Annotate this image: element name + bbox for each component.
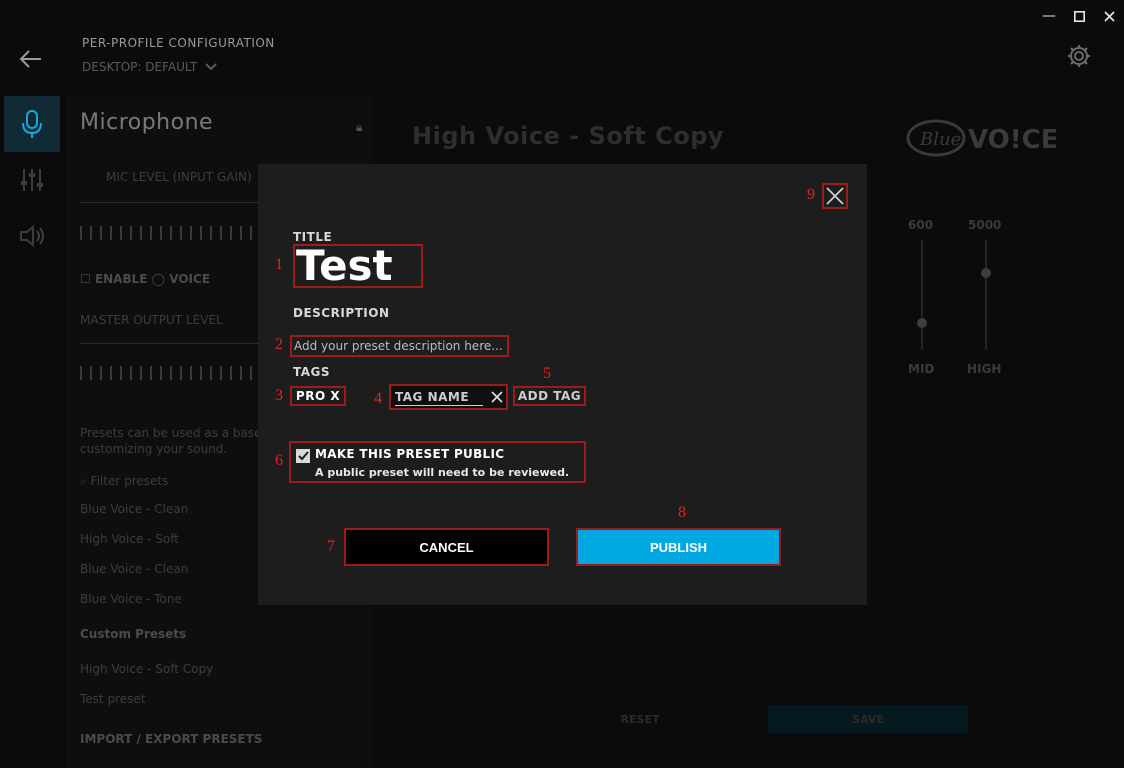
list-item[interactable]: Blue Voice - Tone (80, 592, 182, 606)
eq-slider-knob[interactable] (917, 317, 927, 328)
clear-tag-button[interactable] (487, 387, 506, 407)
profile-select[interactable]: DESKTOP: DEFAULT (82, 60, 217, 74)
filter-presets[interactable]: ⌕ Filter presets (80, 474, 168, 489)
speaker-icon (20, 224, 44, 248)
window-close-button[interactable] (1094, 0, 1124, 32)
list-item[interactable]: High Voice - Soft Copy (80, 662, 213, 676)
tags-label: TAGS (293, 365, 331, 379)
app-window: — PER-PROFILE CONFIGURATION DESKTOP: DEF… (0, 0, 1124, 768)
svg-text:VO!CE: VO!CE (968, 125, 1056, 155)
custom-presets-header[interactable]: Custom Presets (80, 627, 186, 641)
chevron-down-icon (205, 63, 217, 71)
make-public-checkbox[interactable] (296, 449, 310, 463)
rail-item-microphone[interactable] (4, 96, 60, 152)
publish-button[interactable]: PUBLISH (576, 528, 781, 566)
enable-voice-toggle[interactable]: ☐ ENABLE ◯ VOICE (80, 272, 210, 286)
tag-input-container (389, 384, 508, 410)
mic-level-label: MIC LEVEL (INPUT GAIN) (106, 170, 252, 184)
minimize-icon: — (1042, 8, 1056, 24)
annotation-number: 8 (678, 504, 686, 521)
annotation-number: 7 (327, 538, 335, 555)
list-item[interactable]: Test preset (80, 692, 145, 706)
sidebar-title: Microphone (80, 110, 214, 135)
description-input[interactable] (290, 335, 509, 357)
presets-help-2: customizing your sound. (80, 442, 228, 456)
close-icon (826, 187, 844, 205)
save-button[interactable]: SAVE (768, 705, 968, 733)
left-rail (4, 96, 60, 264)
tag-chip[interactable]: PRO X (290, 386, 346, 406)
checkmark-icon (297, 451, 309, 461)
reset-button[interactable]: RESET (600, 705, 680, 733)
rail-item-speaker[interactable] (4, 208, 60, 264)
cancel-button[interactable]: CANCEL (344, 528, 549, 566)
dialog-close-button[interactable] (822, 183, 848, 209)
window-controls: — (1034, 0, 1124, 32)
eq-slider-track[interactable] (921, 240, 923, 350)
eq-bottom-label: MID (908, 362, 935, 376)
preset-title: High Voice - Soft Copy (412, 122, 725, 150)
presets-help: Presets can be used as a base for (80, 426, 282, 440)
equalizer-icon (21, 169, 43, 191)
master-output-label: MASTER OUTPUT LEVEL (80, 313, 223, 327)
add-tag-button[interactable]: ADD TAG (513, 386, 586, 406)
annotation-number: 4 (374, 390, 382, 407)
gear-icon[interactable] (1066, 43, 1092, 69)
annotation-number: 1 (275, 256, 283, 273)
svg-text:Blue: Blue (919, 129, 961, 150)
description-label: DESCRIPTION (293, 306, 390, 320)
annotation-number: 2 (275, 336, 283, 353)
title-field[interactable]: Test (293, 244, 423, 288)
eq-slider-knob[interactable] (981, 268, 991, 278)
minimize-button[interactable]: — (1034, 0, 1064, 32)
microphone-icon (22, 110, 42, 138)
list-item[interactable]: High Voice - Soft (80, 532, 179, 546)
import-export-presets[interactable]: IMPORT / EXPORT PRESETS (80, 732, 262, 746)
maximize-icon (1073, 10, 1085, 22)
close-icon (490, 391, 503, 403)
lock-icon: 🔒︎ (356, 120, 363, 134)
eq-band-label: 600 (908, 218, 934, 232)
eq-bottom-label: HIGH (967, 362, 1002, 376)
rail-item-equalizer[interactable] (4, 152, 60, 208)
eq-band-label: 5000 (968, 218, 1002, 232)
annotation-number: 3 (275, 387, 283, 404)
blue-voice-logo: Blue VO!CE (906, 119, 1056, 157)
annotation-number: 5 (543, 365, 551, 382)
profile-name: DESKTOP: DEFAULT (82, 60, 198, 74)
make-public-hint: A public preset will need to be reviewed… (315, 466, 570, 479)
annotation-number: 9 (807, 186, 815, 203)
eq-slider-track[interactable] (985, 240, 987, 350)
tag-name-input[interactable] (395, 388, 483, 406)
maximize-button[interactable] (1064, 0, 1094, 32)
make-public-option[interactable]: MAKE THIS PRESET PUBLIC A public preset … (289, 441, 586, 483)
close-icon (1103, 10, 1115, 22)
publish-preset-dialog: 9 TITLE 1 Test DESCRIPTION 2 TAGS 3 PRO … (258, 164, 867, 605)
list-item[interactable]: Blue Voice - Clean (80, 502, 188, 516)
list-item[interactable]: Blue Voice - Clean (80, 562, 188, 576)
make-public-label: MAKE THIS PRESET PUBLIC (315, 447, 505, 461)
section-label: PER-PROFILE CONFIGURATION (82, 36, 275, 50)
annotation-number: 6 (275, 452, 283, 469)
back-arrow-icon[interactable] (18, 46, 44, 72)
